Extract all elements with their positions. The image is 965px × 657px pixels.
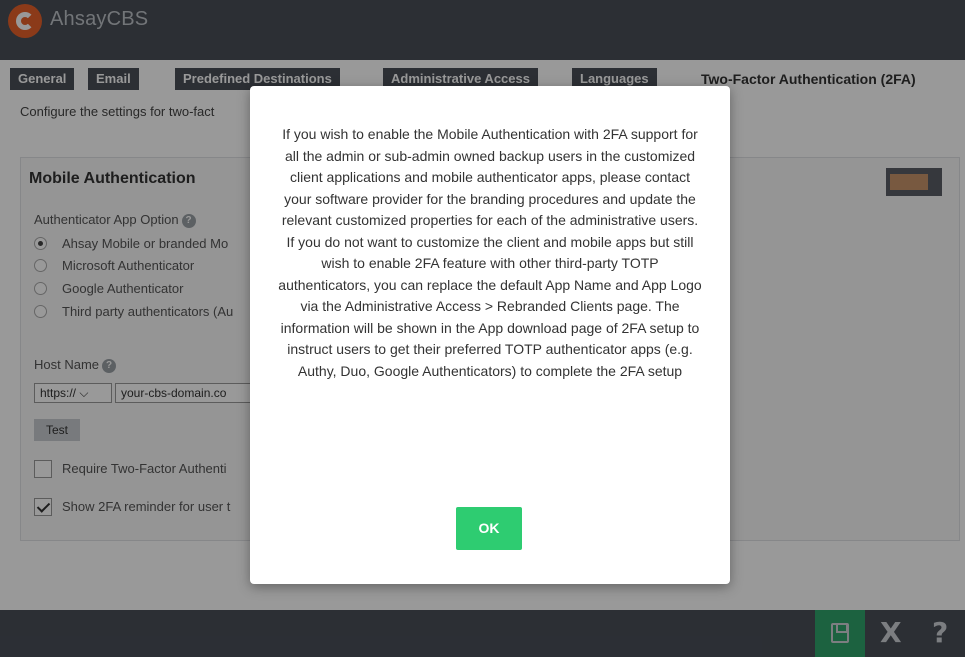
info-dialog: If you wish to enable the Mobile Authent…	[250, 86, 730, 584]
ok-button[interactable]: OK	[456, 507, 522, 550]
dialog-message: If you wish to enable the Mobile Authent…	[278, 126, 702, 379]
app-root: AhsayCBS General Email Predefined Destin…	[0, 0, 965, 657]
